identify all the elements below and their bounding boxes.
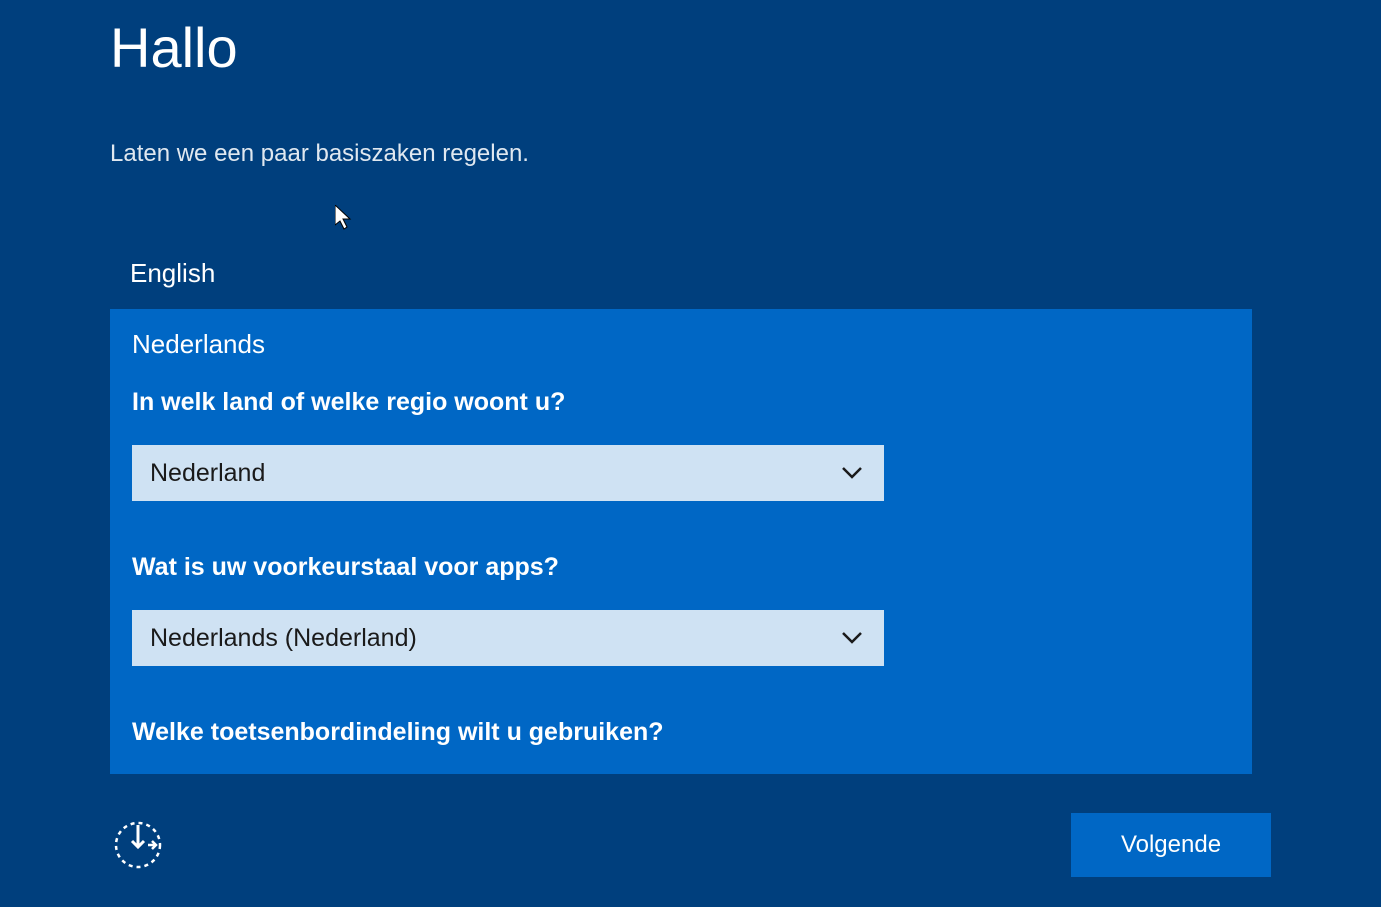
chevron-down-icon [842, 463, 862, 484]
ease-of-access-icon[interactable] [110, 817, 166, 873]
app-language-question-label: Wat is uw voorkeurstaal voor apps? [132, 553, 1230, 582]
region-question-label: In welk land of welke regio woont u? [132, 388, 1230, 417]
settings-panel: Nederlands In welk land of welke regio w… [110, 309, 1252, 774]
page-title: Hallo [110, 15, 1271, 80]
chevron-down-icon [842, 628, 862, 649]
region-dropdown[interactable]: Nederland [132, 445, 884, 501]
keyboard-question-label: Welke toetsenbordindeling wilt u gebruik… [132, 718, 1230, 747]
app-language-dropdown[interactable]: Nederlands (Nederland) [132, 610, 884, 666]
page-subtitle: Laten we een paar basiszaken regelen. [110, 140, 1271, 168]
language-option-english[interactable]: English [110, 248, 1271, 299]
region-dropdown-value: Nederland [150, 459, 265, 488]
language-option-nederlands[interactable]: Nederlands [132, 329, 1230, 360]
app-language-dropdown-value: Nederlands (Nederland) [150, 624, 417, 653]
next-button[interactable]: Volgende [1071, 813, 1271, 877]
